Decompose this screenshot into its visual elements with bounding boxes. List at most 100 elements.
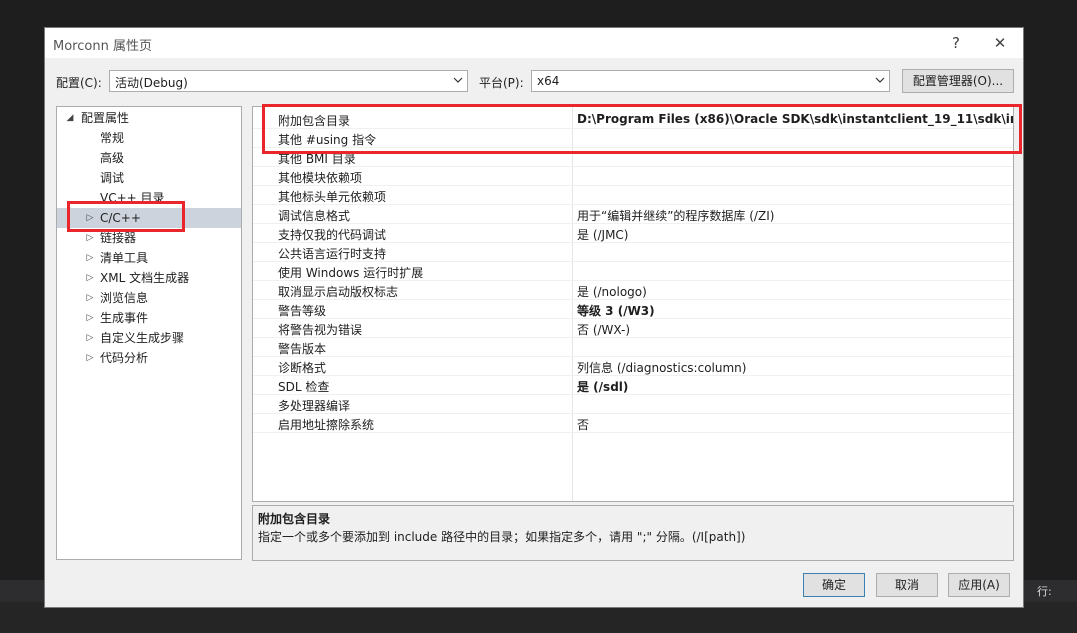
table-row[interactable]: 将警告视为错误 否 (/WX-) bbox=[253, 319, 1013, 338]
property-name: 使用 Windows 运行时扩展 bbox=[278, 266, 424, 280]
line-indicator: 行: bbox=[1037, 585, 1052, 598]
tree-item-label: 清单工具 bbox=[100, 251, 149, 265]
config-manager-button[interactable]: 配置管理器(O)... bbox=[902, 69, 1014, 93]
table-row[interactable]: 警告等级 等级 3 (/W3) bbox=[253, 300, 1013, 319]
description-text: 指定一个或多个要添加到 include 路径中的目录；如果指定多个，请用 ";"… bbox=[258, 530, 746, 544]
property-name: 其他模块依赖项 bbox=[278, 171, 363, 185]
apply-button[interactable]: 应用(A) bbox=[948, 573, 1010, 597]
tree-item-manifest-tool[interactable]: ▷ 清单工具 bbox=[57, 248, 241, 268]
expand-triangle-icon[interactable]: ▷ bbox=[85, 228, 95, 248]
tree-item-build-events[interactable]: ▷ 生成事件 bbox=[57, 308, 241, 328]
platform-value: x64 bbox=[537, 74, 560, 88]
tree-root-label: 配置属性 bbox=[81, 111, 130, 125]
expand-triangle-icon[interactable]: ▷ bbox=[85, 288, 95, 308]
table-row[interactable]: 调试信息格式 用于“编辑并继续”的程序数据库 (/ZI) bbox=[253, 205, 1013, 224]
tree-item-label: XML 文档生成器 bbox=[100, 271, 190, 285]
tree-item-advanced[interactable]: 高级 bbox=[57, 148, 241, 168]
property-name: 警告版本 bbox=[278, 342, 327, 356]
property-value[interactable]: 是 (/JMC) bbox=[577, 226, 1013, 243]
property-value[interactable]: D:\Program Files (x86)\Oracle SDK\sdk\in… bbox=[577, 112, 1013, 126]
property-name: 附加包含目录 bbox=[278, 114, 351, 128]
help-button[interactable]: ? bbox=[941, 32, 971, 54]
property-name: 其他 #using 指令 bbox=[278, 133, 377, 147]
table-row[interactable]: 诊断格式 列信息 (/diagnostics:column) bbox=[253, 357, 1013, 376]
property-value[interactable]: 是 (/sdl) bbox=[577, 378, 1013, 395]
property-value[interactable]: 等级 3 (/W3) bbox=[577, 302, 1013, 319]
property-value[interactable]: 是 (/nologo) bbox=[577, 283, 1013, 300]
property-name: 调试信息格式 bbox=[278, 209, 351, 223]
config-label: 配置(C): bbox=[56, 76, 102, 90]
property-name: 其他标头单元依赖项 bbox=[278, 190, 387, 204]
collapse-triangle-icon[interactable]: ◢ bbox=[65, 108, 75, 128]
property-value[interactable]: 否 bbox=[577, 416, 1013, 433]
chevron-down-icon bbox=[875, 77, 885, 83]
property-name: 其他 BMI 目录 bbox=[278, 152, 356, 166]
table-row[interactable]: 支持仅我的代码调试 是 (/JMC) bbox=[253, 224, 1013, 243]
tree-item-label: 调试 bbox=[100, 171, 125, 185]
expand-triangle-icon[interactable]: ▷ bbox=[85, 268, 95, 288]
property-name: 支持仅我的代码调试 bbox=[278, 228, 387, 242]
table-row[interactable]: 其他模块依赖项 bbox=[253, 167, 1013, 186]
property-value[interactable]: 用于“编辑并继续”的程序数据库 (/ZI) bbox=[577, 207, 1013, 224]
property-name: 公共语言运行时支持 bbox=[278, 247, 387, 261]
table-row[interactable]: 启用地址擦除系统 否 bbox=[253, 414, 1013, 433]
tree-item-vc-directories[interactable]: VC++ 目录 bbox=[57, 188, 241, 208]
config-value: 活动(Debug) bbox=[115, 76, 188, 90]
table-row[interactable]: 其他标头单元依赖项 bbox=[253, 186, 1013, 205]
table-row[interactable]: 取消显示启动版权标志 是 (/nologo) bbox=[253, 281, 1013, 300]
config-select[interactable]: 活动(Debug) bbox=[109, 70, 468, 92]
tree-item-c-cpp[interactable]: ▷ C/C++ bbox=[57, 208, 241, 228]
table-row[interactable]: 其他 #using 指令 bbox=[253, 129, 1013, 148]
platform-select[interactable]: x64 bbox=[531, 70, 890, 92]
property-name: SDL 检查 bbox=[278, 380, 330, 394]
property-name: 启用地址擦除系统 bbox=[278, 418, 375, 432]
tree-item-debugging[interactable]: 调试 bbox=[57, 168, 241, 188]
property-name: 取消显示启动版权标志 bbox=[278, 285, 399, 299]
description-title: 附加包含目录 bbox=[258, 512, 331, 526]
tree-item-general[interactable]: 常规 bbox=[57, 128, 241, 148]
expand-triangle-icon[interactable]: ▷ bbox=[85, 208, 95, 228]
tree-item-code-analysis[interactable]: ▷ 代码分析 bbox=[57, 348, 241, 368]
tree-item-linker[interactable]: ▷ 链接器 bbox=[57, 228, 241, 248]
chevron-down-icon bbox=[453, 77, 463, 83]
property-value[interactable]: 否 (/WX-) bbox=[577, 321, 1013, 338]
property-pages-dialog: Morconn 属性页 ? ✕ 配置(C): 活动(Debug) 平台(P): … bbox=[44, 27, 1024, 608]
title-bar: Morconn 属性页 ? ✕ bbox=[45, 28, 1023, 58]
tree-item-label: 自定义生成步骤 bbox=[100, 331, 185, 345]
table-row[interactable]: 其他 BMI 目录 bbox=[253, 148, 1013, 167]
table-row[interactable]: 附加包含目录 D:\Program Files (x86)\Oracle SDK… bbox=[253, 110, 1013, 129]
property-grid: 附加包含目录 D:\Program Files (x86)\Oracle SDK… bbox=[252, 106, 1014, 502]
property-value[interactable]: 列信息 (/diagnostics:column) bbox=[577, 359, 1013, 376]
table-row[interactable]: 使用 Windows 运行时扩展 bbox=[253, 262, 1013, 281]
tree-item-label: C/C++ bbox=[100, 211, 141, 225]
description-panel: 附加包含目录 指定一个或多个要添加到 include 路径中的目录；如果指定多个… bbox=[252, 505, 1014, 561]
tree-item-browse-info[interactable]: ▷ 浏览信息 bbox=[57, 288, 241, 308]
tree-item-label: VC++ 目录 bbox=[100, 191, 165, 205]
platform-label: 平台(P): bbox=[479, 76, 524, 90]
property-name: 警告等级 bbox=[278, 304, 327, 318]
table-row[interactable]: 多处理器编译 bbox=[253, 395, 1013, 414]
tree-item-xml-doc[interactable]: ▷ XML 文档生成器 bbox=[57, 268, 241, 288]
expand-triangle-icon[interactable]: ▷ bbox=[85, 328, 95, 348]
property-name: 多处理器编译 bbox=[278, 399, 351, 413]
property-name: 诊断格式 bbox=[278, 361, 327, 375]
expand-triangle-icon[interactable]: ▷ bbox=[85, 348, 95, 368]
close-icon[interactable]: ✕ bbox=[985, 32, 1015, 54]
tree-item-label: 代码分析 bbox=[100, 351, 149, 365]
tree-item-custom-build[interactable]: ▷ 自定义生成步骤 bbox=[57, 328, 241, 348]
cancel-button[interactable]: 取消 bbox=[876, 573, 938, 597]
tree-item-label: 高级 bbox=[100, 151, 125, 165]
tree-item-label: 常规 bbox=[100, 131, 125, 145]
property-name: 将警告视为错误 bbox=[278, 323, 363, 337]
expand-triangle-icon[interactable]: ▷ bbox=[85, 248, 95, 268]
tree-root[interactable]: ◢ 配置属性 bbox=[57, 108, 241, 128]
tree-item-label: 浏览信息 bbox=[100, 291, 149, 305]
table-row[interactable]: 公共语言运行时支持 bbox=[253, 243, 1013, 262]
table-row[interactable]: SDL 检查 是 (/sdl) bbox=[253, 376, 1013, 395]
property-tree: ◢ 配置属性 常规 高级 调试 VC++ 目录 ▷ C/C++ ▷ 链接器 ▷ … bbox=[56, 106, 242, 560]
table-row[interactable]: 警告版本 bbox=[253, 338, 1013, 357]
expand-triangle-icon[interactable]: ▷ bbox=[85, 308, 95, 328]
ok-button[interactable]: 确定 bbox=[803, 573, 865, 597]
dialog-title: Morconn 属性页 bbox=[53, 39, 152, 54]
tree-item-label: 链接器 bbox=[100, 231, 137, 245]
